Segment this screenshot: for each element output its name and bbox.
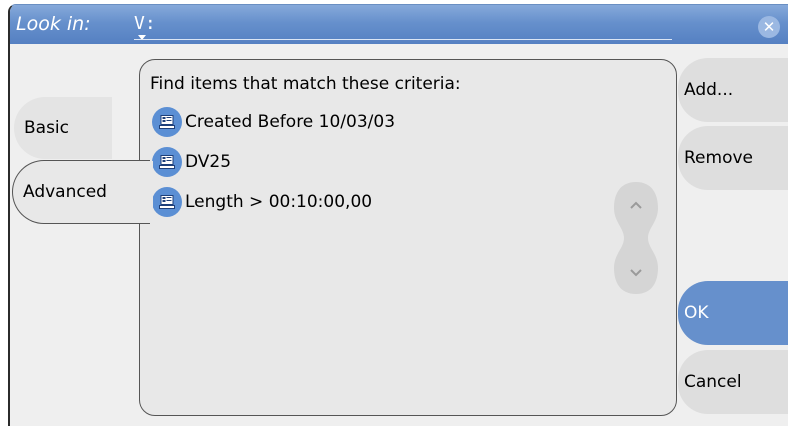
criteria-scrollbar[interactable] — [608, 178, 664, 298]
look-in-path-field[interactable]: V: — [134, 13, 156, 34]
remove-button[interactable]: Remove — [678, 126, 788, 190]
search-dialog: Look in: V: ✕ Basic Advanced Find items … — [8, 4, 788, 426]
criteria-panel: Find items that match these criteria: Cr… — [139, 59, 677, 416]
criteria-heading: Find items that match these criteria: — [150, 74, 461, 94]
criteria-item-icon — [152, 187, 182, 217]
look-in-label: Look in: — [16, 13, 91, 35]
add-button-label: Add... — [684, 80, 734, 100]
cancel-button-label: Cancel — [684, 372, 742, 392]
path-underline — [134, 39, 672, 40]
ok-button[interactable]: OK — [678, 281, 788, 345]
title-bar: Look in: V: ✕ — [10, 5, 788, 44]
tab-advanced[interactable]: Advanced — [12, 160, 150, 224]
criteria-item-icon — [152, 147, 182, 177]
tab-panel-joint — [139, 161, 153, 223]
criteria-item-label: Created Before 10/03/03 — [185, 112, 396, 132]
tab-advanced-label: Advanced — [23, 182, 107, 202]
criteria-item-dv25[interactable]: DV25 — [152, 146, 231, 178]
tab-basic[interactable]: Basic — [14, 97, 112, 159]
criteria-item-label: DV25 — [185, 152, 232, 172]
criteria-item-icon — [152, 107, 182, 137]
criteria-item-length[interactable]: Length > 00:10:00,00 — [152, 186, 372, 218]
cancel-button[interactable]: Cancel — [678, 350, 788, 414]
add-button[interactable]: Add... — [678, 58, 788, 122]
ok-button-label: OK — [684, 303, 709, 323]
scrollbar-shape — [614, 182, 658, 294]
criteria-item-created-before[interactable]: Created Before 10/03/03 — [152, 106, 395, 138]
remove-button-label: Remove — [684, 148, 753, 168]
scroll-up-icon[interactable] — [629, 200, 643, 210]
scroll-down-icon[interactable] — [629, 268, 643, 278]
criteria-item-label: Length > 00:10:00,00 — [185, 192, 373, 212]
tab-basic-label: Basic — [24, 118, 70, 138]
close-button[interactable]: ✕ — [758, 16, 780, 38]
